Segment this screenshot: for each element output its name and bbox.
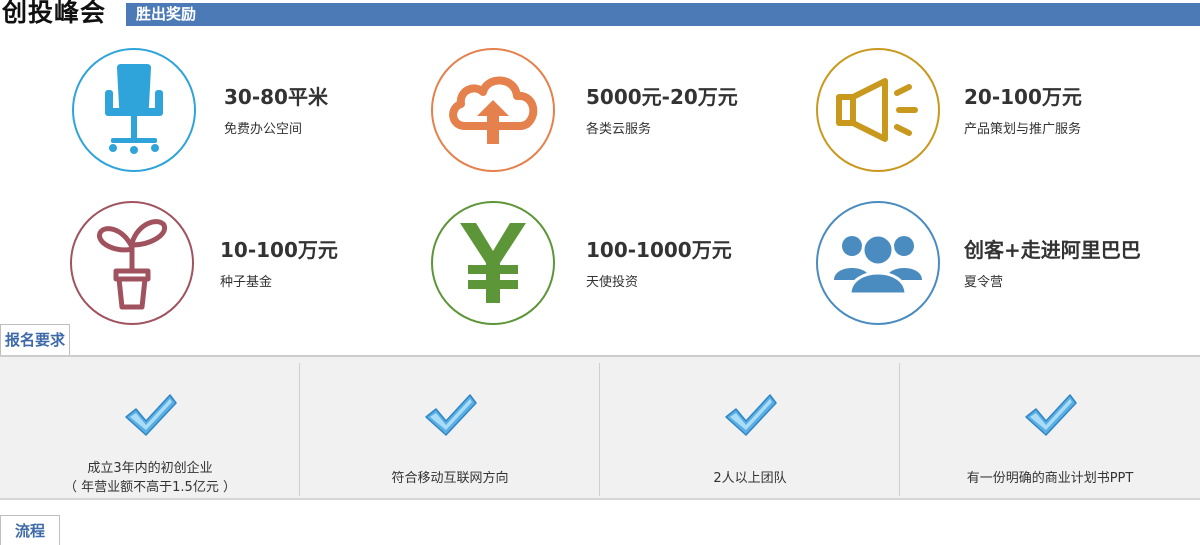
reward-subtitle: 各类云服务 (586, 122, 652, 137)
requirement-item: 有一份明确的商业计划书PPT (900, 363, 1200, 496)
reward-subtitle: 产品策划与推广服务 (964, 122, 1082, 137)
reward-summer-camp: 创客+走进阿里巴巴 夏令营 (816, 201, 1196, 325)
checkmark-icon (725, 394, 777, 436)
requirement-text: 符合移动互联网方向 (391, 471, 509, 486)
reward-title: 20-100万元 (964, 85, 1082, 109)
reward-subtitle: 夏令营 (964, 275, 1004, 290)
requirement-item: 成立3年内的初创企业 （ 年营业额不高于1.5亿元 ） (0, 363, 300, 496)
requirement-text: 2人以上团队 (713, 471, 787, 486)
page-header: 创投峰会 胜出奖励 (0, 0, 1200, 28)
page-title: 创投峰会 (2, 0, 107, 27)
requirement-note: （ 年营业额不高于1.5亿元 ） (64, 480, 236, 495)
reward-subtitle: 免费办公空间 (224, 122, 303, 137)
team-icon (816, 201, 940, 325)
checkmark-icon (125, 394, 177, 436)
reward-title: 10-100万元 (220, 238, 338, 262)
tab-requirements[interactable]: 报名要求 (0, 324, 71, 356)
reward-title: 创客+走进阿里巴巴 (964, 238, 1141, 262)
reward-seed-fund: 10-100万元 种子基金 (70, 201, 450, 325)
reward-title: 100-1000万元 (586, 238, 732, 262)
sprout-icon (70, 201, 194, 325)
reward-subtitle: 种子基金 (220, 275, 273, 290)
requirement-line: 成立3年内的初创企业 (87, 461, 213, 476)
reward-office-space: 30-80平米 免费办公空间 (72, 48, 452, 172)
banner-label: 胜出奖励 (136, 5, 197, 23)
reward-title: 5000元-20万元 (586, 85, 738, 109)
requirement-text: 成立3年内的初创企业 （ 年营业额不高于1.5亿元 ） (0, 459, 300, 497)
requirements-panel: 成立3年内的初创企业 （ 年营业额不高于1.5亿元 ） 符合移动互联网方向 2人… (0, 357, 1200, 500)
requirement-item: 符合移动互联网方向 (300, 363, 600, 496)
reward-angel-investment: 100-1000万元 天使投资 (431, 201, 811, 325)
reward-promotion: 20-100万元 产品策划与推广服务 (816, 48, 1196, 172)
cloud-upload-icon (431, 48, 555, 172)
section-banner: 胜出奖励 (126, 3, 1200, 26)
reward-cloud-services: 5000元-20万元 各类云服务 (431, 48, 811, 172)
requirement-text: 有一份明确的商业计划书PPT (966, 471, 1134, 486)
checkmark-icon (425, 394, 477, 436)
megaphone-icon (816, 48, 940, 172)
reward-title: 30-80平米 (224, 85, 328, 109)
reward-subtitle: 天使投资 (586, 275, 639, 290)
office-chair-icon (72, 48, 196, 172)
requirement-item: 2人以上团队 (600, 363, 900, 496)
tab-process[interactable]: 流程 (0, 515, 61, 545)
checkmark-icon (1025, 394, 1077, 436)
yen-icon (431, 201, 555, 325)
